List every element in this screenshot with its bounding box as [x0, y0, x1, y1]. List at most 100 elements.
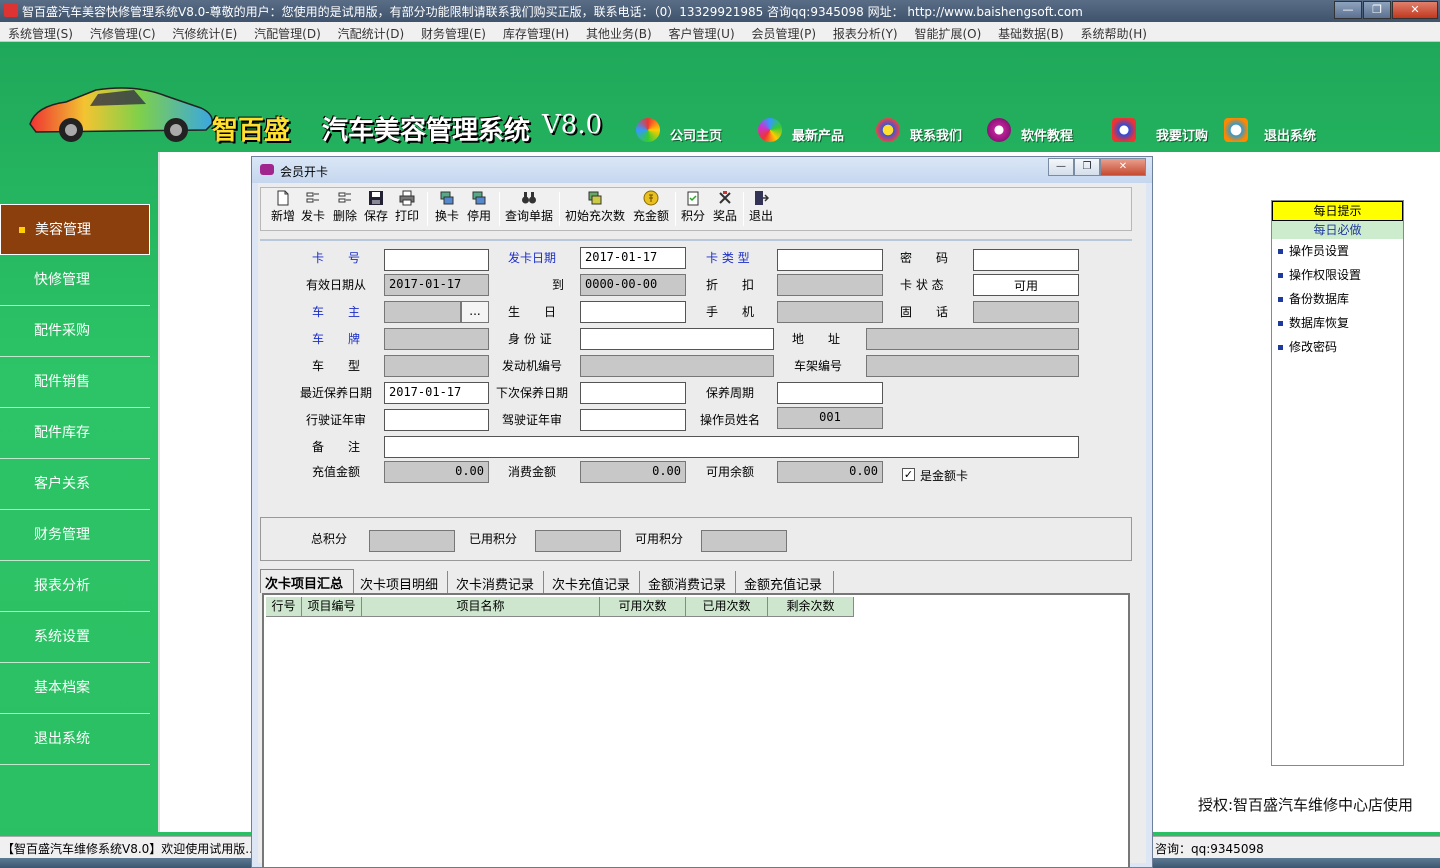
sidebar-item-parts-sales[interactable]: 配件销售	[0, 357, 150, 408]
tab-card-item-summary[interactable]: 次卡项目汇总	[260, 569, 354, 593]
menu-reports[interactable]: 报表分析(Y)	[833, 22, 898, 42]
valid-from-label: 有效日期从	[306, 278, 367, 292]
tip-backup-db[interactable]: 备份数据库	[1272, 287, 1403, 311]
dialog-maximize-button[interactable]: ❐	[1074, 158, 1100, 176]
menu-repair-stats[interactable]: 汽修统计(E)	[172, 22, 237, 42]
next-maint-input[interactable]	[580, 382, 686, 404]
discount-input[interactable]	[777, 274, 883, 296]
issue-date-input[interactable]: 2017-01-17	[580, 247, 686, 269]
total-points-input[interactable]	[369, 530, 455, 552]
sidebar-item-exit[interactable]: 退出系统	[0, 714, 150, 765]
sidebar-item-beauty[interactable]: 美容管理	[0, 204, 150, 255]
sidebar-item-quick-repair[interactable]: 快修管理	[0, 255, 150, 306]
owner-input[interactable]	[384, 301, 461, 323]
address-input[interactable]	[866, 328, 1079, 350]
menu-repair[interactable]: 汽修管理(C)	[90, 22, 156, 42]
id-card-input[interactable]	[580, 328, 774, 350]
phone-input[interactable]	[973, 301, 1079, 323]
sidebar-item-reports[interactable]: 报表分析	[0, 561, 150, 612]
recharge-input[interactable]: 0.00	[384, 461, 489, 483]
used-points-label: 已用积分	[469, 532, 518, 546]
sidebar-item-customer[interactable]: 客户关系	[0, 459, 150, 510]
tab-amount-consume-records[interactable]: 金额消费记录	[644, 571, 736, 593]
birthday-input[interactable]	[580, 301, 686, 323]
issue-card-button[interactable]: 发卡	[299, 190, 327, 228]
password-input[interactable]	[973, 249, 1079, 271]
dialog-minimize-button[interactable]: —	[1048, 158, 1074, 176]
menu-parts[interactable]: 汽配管理(D)	[254, 22, 321, 42]
exit-button[interactable]: 退出	[747, 190, 775, 228]
engine-no-label: 发动机编号	[502, 359, 563, 373]
sidebar-item-parts-inventory[interactable]: 配件库存	[0, 408, 150, 459]
disable-button[interactable]: 停用	[465, 190, 493, 228]
sidebar-item-settings[interactable]: 系统设置	[0, 612, 150, 663]
menu-customer[interactable]: 客户管理(U)	[668, 22, 734, 42]
grid-header-used-times[interactable]: 已用次数	[686, 597, 768, 617]
amount-card-checkbox[interactable]: ✓	[902, 468, 915, 481]
tab-card-recharge-records[interactable]: 次卡充值记录	[548, 571, 640, 593]
dialog-title-bar: 会员开卡 — ❐ ✕	[252, 157, 1152, 183]
used-points-input[interactable]	[535, 530, 621, 552]
frame-no-input[interactable]	[866, 355, 1079, 377]
knot-icon	[876, 118, 900, 142]
tip-permission-settings[interactable]: 操作权限设置	[1272, 263, 1403, 287]
driver-check-input[interactable]	[580, 409, 686, 431]
license-check-input[interactable]	[384, 409, 489, 431]
grid-header-item-code[interactable]: 项目编号	[302, 597, 362, 617]
maint-cycle-input[interactable]	[777, 382, 883, 404]
consume-input[interactable]: 0.00	[580, 461, 686, 483]
change-card-button[interactable]: 换卡	[433, 190, 461, 228]
menu-finance[interactable]: 财务管理(E)	[421, 22, 486, 42]
plate-input[interactable]	[384, 328, 489, 350]
valid-from-input[interactable]: 2017-01-17	[384, 274, 489, 296]
grid-header-available-times[interactable]: 可用次数	[600, 597, 686, 617]
delete-button[interactable]: 删除	[331, 190, 359, 228]
dialog-close-button[interactable]: ✕	[1100, 158, 1146, 176]
tab-amount-recharge-records[interactable]: 金额充值记录	[740, 571, 834, 593]
card-number-input[interactable]	[384, 249, 489, 271]
new-button[interactable]: 新增	[269, 190, 297, 228]
tip-restore-db[interactable]: 数据库恢复	[1272, 311, 1403, 335]
balance-input[interactable]: 0.00	[777, 461, 883, 483]
points-button[interactable]: 积分	[679, 190, 707, 228]
print-button[interactable]: 打印	[393, 190, 421, 228]
menu-basic-data[interactable]: 基础数据(B)	[998, 22, 1064, 42]
mobile-input[interactable]	[777, 301, 883, 323]
menu-parts-stats[interactable]: 汽配统计(D)	[338, 22, 405, 42]
menu-system[interactable]: 系统管理(S)	[8, 22, 73, 42]
save-button[interactable]: 保存	[363, 190, 389, 228]
prizes-button[interactable]: 奖品	[711, 190, 739, 228]
tip-change-password[interactable]: 修改密码	[1272, 335, 1403, 359]
valid-to-input[interactable]: 0000-00-00	[580, 274, 686, 296]
query-bills-button[interactable]: 查询单据	[503, 190, 555, 228]
minimize-button[interactable]: —	[1334, 1, 1362, 19]
items-grid[interactable]: 行号 项目编号 项目名称 可用次数 已用次数 剩余次数	[262, 593, 1130, 868]
initial-recharge-times-button[interactable]: 初始充次数	[563, 190, 627, 228]
grid-header-row-no[interactable]: 行号	[266, 597, 302, 617]
sidebar-item-parts-purchase[interactable]: 配件采购	[0, 306, 150, 357]
menu-help[interactable]: 系统帮助(H)	[1081, 22, 1147, 42]
menu-other[interactable]: 其他业务(B)	[586, 22, 652, 42]
operator-input[interactable]: 001	[777, 407, 883, 429]
sidebar-item-archives[interactable]: 基本档案	[0, 663, 150, 714]
grid-header-remaining-times[interactable]: 剩余次数	[768, 597, 854, 617]
engine-no-input[interactable]	[580, 355, 774, 377]
menu-extension[interactable]: 智能扩展(O)	[914, 22, 981, 42]
grid-header-item-name[interactable]: 项目名称	[362, 597, 600, 617]
avail-points-input[interactable]	[701, 530, 787, 552]
close-button[interactable]: ✕	[1392, 1, 1438, 19]
model-input[interactable]	[384, 355, 489, 377]
card-status-input[interactable]: 可用	[973, 274, 1079, 296]
tip-operator-settings[interactable]: 操作员设置	[1272, 239, 1403, 263]
tab-card-consume-records[interactable]: 次卡消费记录	[452, 571, 544, 593]
owner-lookup-button[interactable]: ...	[461, 301, 489, 323]
remark-input[interactable]	[384, 436, 1079, 458]
recharge-amount-button[interactable]: 充金额	[631, 190, 671, 228]
menu-inventory[interactable]: 库存管理(H)	[503, 22, 569, 42]
sidebar-item-finance[interactable]: 财务管理	[0, 510, 150, 561]
last-maint-input[interactable]: 2017-01-17	[384, 382, 489, 404]
tab-card-item-detail[interactable]: 次卡项目明细	[356, 571, 448, 593]
card-type-select[interactable]	[777, 249, 883, 271]
menu-member[interactable]: 会员管理(P)	[751, 22, 816, 42]
maximize-button[interactable]: ❐	[1363, 1, 1391, 19]
